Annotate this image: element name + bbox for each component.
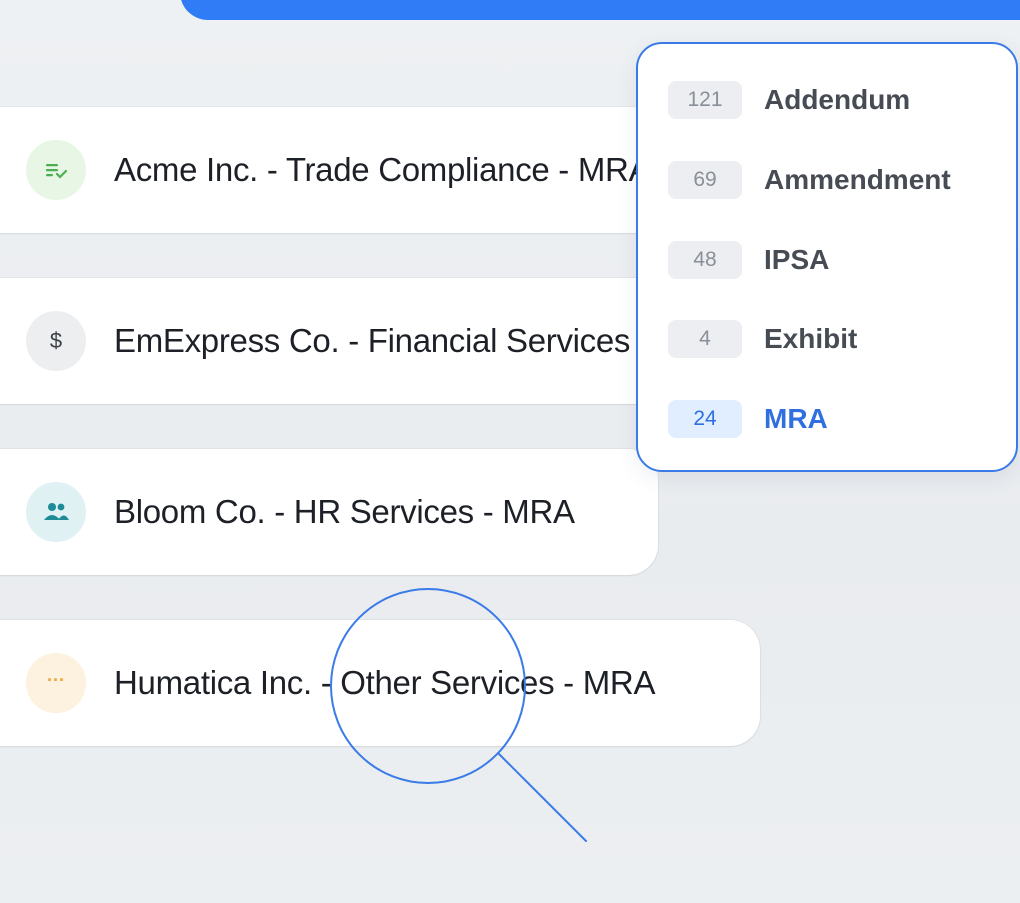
checklist-icon	[26, 140, 86, 200]
type-label: Exhibit	[764, 323, 858, 354]
document-title: Acme Inc. - Trade Compliance - MRA	[114, 151, 651, 188]
document-title: Bloom Co. - HR Services - MRA	[114, 493, 575, 530]
type-count-badge: 69	[668, 161, 742, 199]
type-option-ammendment[interactable]: 69 Ammendment	[638, 150, 1016, 210]
type-count-badge: 48	[668, 241, 742, 279]
document-title: Humatica Inc. - Other Services - MRA	[114, 664, 656, 701]
document-item-bloom[interactable]: Bloom Co. - HR Services - MRA	[0, 449, 658, 575]
type-label: MRA	[764, 403, 828, 434]
type-label: Ammendment	[764, 164, 951, 195]
document-item-humatica[interactable]: ··· Humatica Inc. - Other Services - MRA	[0, 620, 760, 746]
more-dots-icon: ···	[26, 653, 86, 713]
dollar-icon: $	[26, 311, 86, 371]
document-item-acme[interactable]: Acme Inc. - Trade Compliance - MRA	[0, 107, 670, 233]
type-option-addendum[interactable]: 121 Addendum	[638, 70, 1016, 130]
document-type-dropdown[interactable]: 121 Addendum 69 Ammendment 48 IPSA 4 Exh…	[636, 42, 1018, 472]
type-option-ipsa[interactable]: 48 IPSA	[638, 230, 1016, 290]
people-icon	[26, 482, 86, 542]
type-count-badge: 24	[668, 400, 742, 438]
type-option-exhibit[interactable]: 4 Exhibit	[638, 309, 1016, 369]
type-label: Addendum	[764, 84, 911, 115]
more-dots-glyph: ···	[47, 669, 65, 690]
type-label: IPSA	[764, 244, 830, 275]
type-count-badge: 4	[668, 320, 742, 358]
type-option-mra[interactable]: 24 MRA	[638, 389, 1016, 449]
top-search-bar[interactable]	[180, 0, 1020, 20]
document-item-emexpress[interactable]: $ EmExpress Co. - Financial Services - M…	[0, 278, 731, 404]
type-count-badge: 121	[668, 81, 742, 119]
